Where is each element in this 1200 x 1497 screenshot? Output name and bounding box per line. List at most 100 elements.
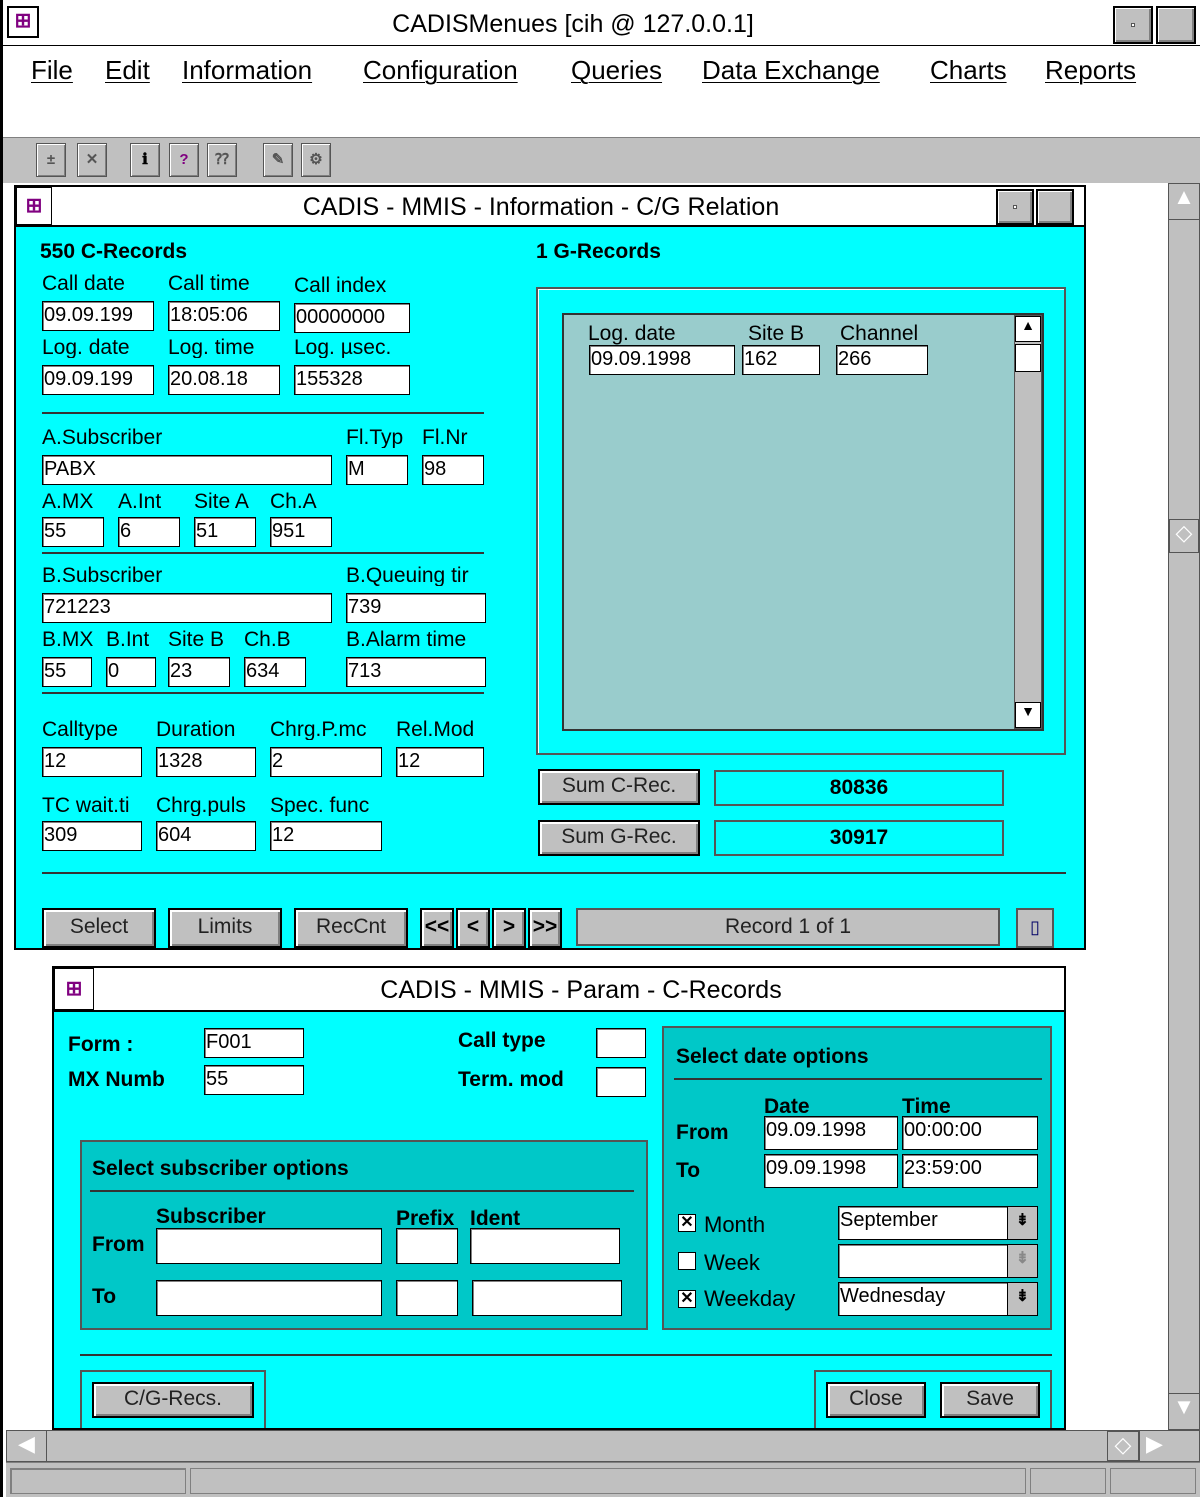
a-int-field[interactable]: 6 [118, 517, 180, 547]
scroll-left-icon[interactable]: ◀ [7, 1431, 47, 1461]
log-usec-field[interactable]: 155328 [294, 365, 410, 395]
g-scroll-up-icon[interactable]: ▲ [1015, 316, 1041, 342]
mx-numb-field[interactable]: 55 [204, 1065, 304, 1095]
ident-from-field[interactable] [470, 1228, 620, 1264]
b-int-field[interactable]: 0 [106, 657, 156, 687]
prev-record-button[interactable]: < [456, 908, 490, 948]
week-dropdown-arrow-icon[interactable]: ⇟ [1007, 1245, 1037, 1277]
call-date-field[interactable]: 09.09.199 [42, 301, 154, 331]
prefix-to-field[interactable] [396, 1280, 458, 1316]
scroll-thumb[interactable]: ◇ [1169, 519, 1199, 553]
cg-system-menu-icon[interactable]: ⊞ [16, 187, 52, 225]
menu-reports[interactable]: Reports [1045, 57, 1136, 83]
sub-from-field[interactable] [156, 1228, 382, 1264]
month-checkbox[interactable]: ✕ [678, 1214, 696, 1232]
first-record-button[interactable]: << [420, 908, 454, 948]
b-queue-field[interactable]: 739 [346, 593, 486, 623]
hscroll-thumb[interactable]: ◇ [1107, 1431, 1139, 1461]
cg-recs-button[interactable]: C/G-Recs. [92, 1382, 254, 1418]
duration-field[interactable]: 1328 [156, 747, 256, 777]
week-dropdown[interactable]: ⇟ [838, 1244, 1038, 1278]
spec-func-field[interactable]: 12 [270, 821, 382, 851]
fl-nr-field[interactable]: 98 [422, 455, 484, 485]
log-date-field[interactable]: 09.09.199 [42, 365, 154, 395]
weekday-checkbox[interactable]: ✕ [678, 1290, 696, 1308]
sum-g-rec-button[interactable]: Sum G-Rec. [538, 820, 700, 856]
app-maximize-button[interactable] [1156, 6, 1196, 44]
exit-door-icon[interactable]: ▯ [1016, 908, 1054, 948]
menu-edit[interactable]: Edit [105, 57, 150, 83]
close-button[interactable]: Close [826, 1382, 926, 1418]
scroll-down-icon[interactable]: ▼ [1169, 1393, 1199, 1429]
toolbar-help-icon[interactable]: ? [169, 143, 199, 177]
workspace-horizontal-scrollbar[interactable]: ◀ ◇ ▶ [6, 1430, 1200, 1462]
g-row-log-date[interactable]: 09.09.1998 [589, 345, 735, 375]
toolbar-info-icon[interactable]: ℹ [130, 143, 160, 177]
ch-a-field[interactable]: 951 [270, 517, 332, 547]
ch-b-field[interactable]: 634 [244, 657, 306, 687]
menu-file[interactable]: File [31, 57, 73, 83]
menu-charts[interactable]: Charts [930, 57, 1007, 83]
select-button[interactable]: Select [42, 908, 156, 948]
chrg-puls-field[interactable]: 604 [156, 821, 256, 851]
sum-c-rec-button[interactable]: Sum C-Rec. [538, 769, 700, 805]
next-record-button[interactable]: > [492, 908, 526, 948]
reccnt-button[interactable]: RecCnt [294, 908, 408, 948]
log-time-field[interactable]: 20.08.18 [168, 365, 280, 395]
call-index-field[interactable]: 00000000 [294, 303, 410, 333]
month-dropdown-arrow-icon[interactable]: ⇟ [1007, 1207, 1037, 1239]
g-records-grid[interactable]: Log. date Site B Channel 09.09.1998 162 … [562, 313, 1044, 731]
to-date-field[interactable]: 09.09.1998 [764, 1154, 898, 1188]
form-field[interactable]: F001 [204, 1028, 304, 1058]
fl-typ-field[interactable]: M [346, 455, 408, 485]
calltype-field[interactable]: 12 [42, 747, 142, 777]
b-mx-field[interactable]: 55 [42, 657, 92, 687]
scroll-up-icon[interactable]: ▲ [1169, 184, 1199, 220]
b-alarm-field[interactable]: 713 [346, 657, 486, 687]
weekday-dropdown[interactable]: Wednesday ⇟ [838, 1282, 1038, 1316]
menu-queries[interactable]: Queries [571, 57, 662, 83]
sub-to-field[interactable] [156, 1280, 382, 1316]
to-time-field[interactable]: 23:59:00 [902, 1154, 1038, 1188]
g-scroll-thumb[interactable] [1015, 344, 1041, 372]
app-minimize-button[interactable] [1113, 6, 1153, 44]
last-record-button[interactable]: >> [528, 908, 562, 948]
param-system-menu-icon[interactable]: ⊞ [54, 968, 94, 1010]
from-date-field[interactable]: 09.09.1998 [764, 1116, 898, 1150]
toolbar-context-help-icon[interactable]: ⁇ [207, 143, 237, 177]
week-checkbox[interactable] [678, 1252, 696, 1270]
menu-data-exchange[interactable]: Data Exchange [702, 57, 880, 83]
a-sub-field[interactable]: PABX [42, 455, 332, 485]
workspace-vertical-scrollbar[interactable]: ▲ ◇ ▼ [1168, 183, 1200, 1430]
rel-mod-field[interactable]: 12 [396, 747, 484, 777]
app-system-menu-icon[interactable]: ⊞ [7, 6, 39, 38]
b-sub-field[interactable]: 721223 [42, 593, 332, 623]
toolbar-add-icon[interactable]: ± [36, 143, 66, 177]
month-dropdown[interactable]: September ⇟ [838, 1206, 1038, 1240]
toolbar-edit-icon[interactable]: ✎ [263, 143, 293, 177]
scroll-right-icon[interactable]: ▶ [1139, 1431, 1169, 1461]
toolbar-settings-icon[interactable]: ⚙ [301, 143, 331, 177]
toolbar-delete-icon[interactable]: ✕ [77, 143, 107, 177]
site-b-field[interactable]: 23 [168, 657, 230, 687]
cg-minimize-button[interactable] [996, 189, 1034, 225]
call-time-field[interactable]: 18:05:06 [168, 301, 280, 331]
a-mx-field[interactable]: 55 [42, 517, 104, 547]
term-mod-field[interactable] [596, 1067, 646, 1097]
save-button[interactable]: Save [940, 1382, 1040, 1418]
weekday-dropdown-arrow-icon[interactable]: ⇟ [1007, 1283, 1037, 1315]
tc-wait-field[interactable]: 309 [42, 821, 142, 851]
g-row-channel[interactable]: 266 [836, 345, 928, 375]
menu-information[interactable]: Information [182, 57, 312, 83]
from-time-field[interactable]: 00:00:00 [902, 1116, 1038, 1150]
menu-configuration[interactable]: Configuration [363, 57, 518, 83]
ident-to-field[interactable] [472, 1280, 622, 1316]
call-type-field[interactable] [596, 1028, 646, 1058]
limits-button[interactable]: Limits [168, 908, 282, 948]
g-scroll-down-icon[interactable]: ▼ [1015, 702, 1041, 728]
g-grid-scrollbar[interactable]: ▲ ▼ [1014, 315, 1042, 729]
chrg-pm-field[interactable]: 2 [270, 747, 382, 777]
cg-maximize-button[interactable] [1036, 189, 1074, 225]
site-a-field[interactable]: 51 [194, 517, 256, 547]
g-row-site-b[interactable]: 162 [742, 345, 820, 375]
